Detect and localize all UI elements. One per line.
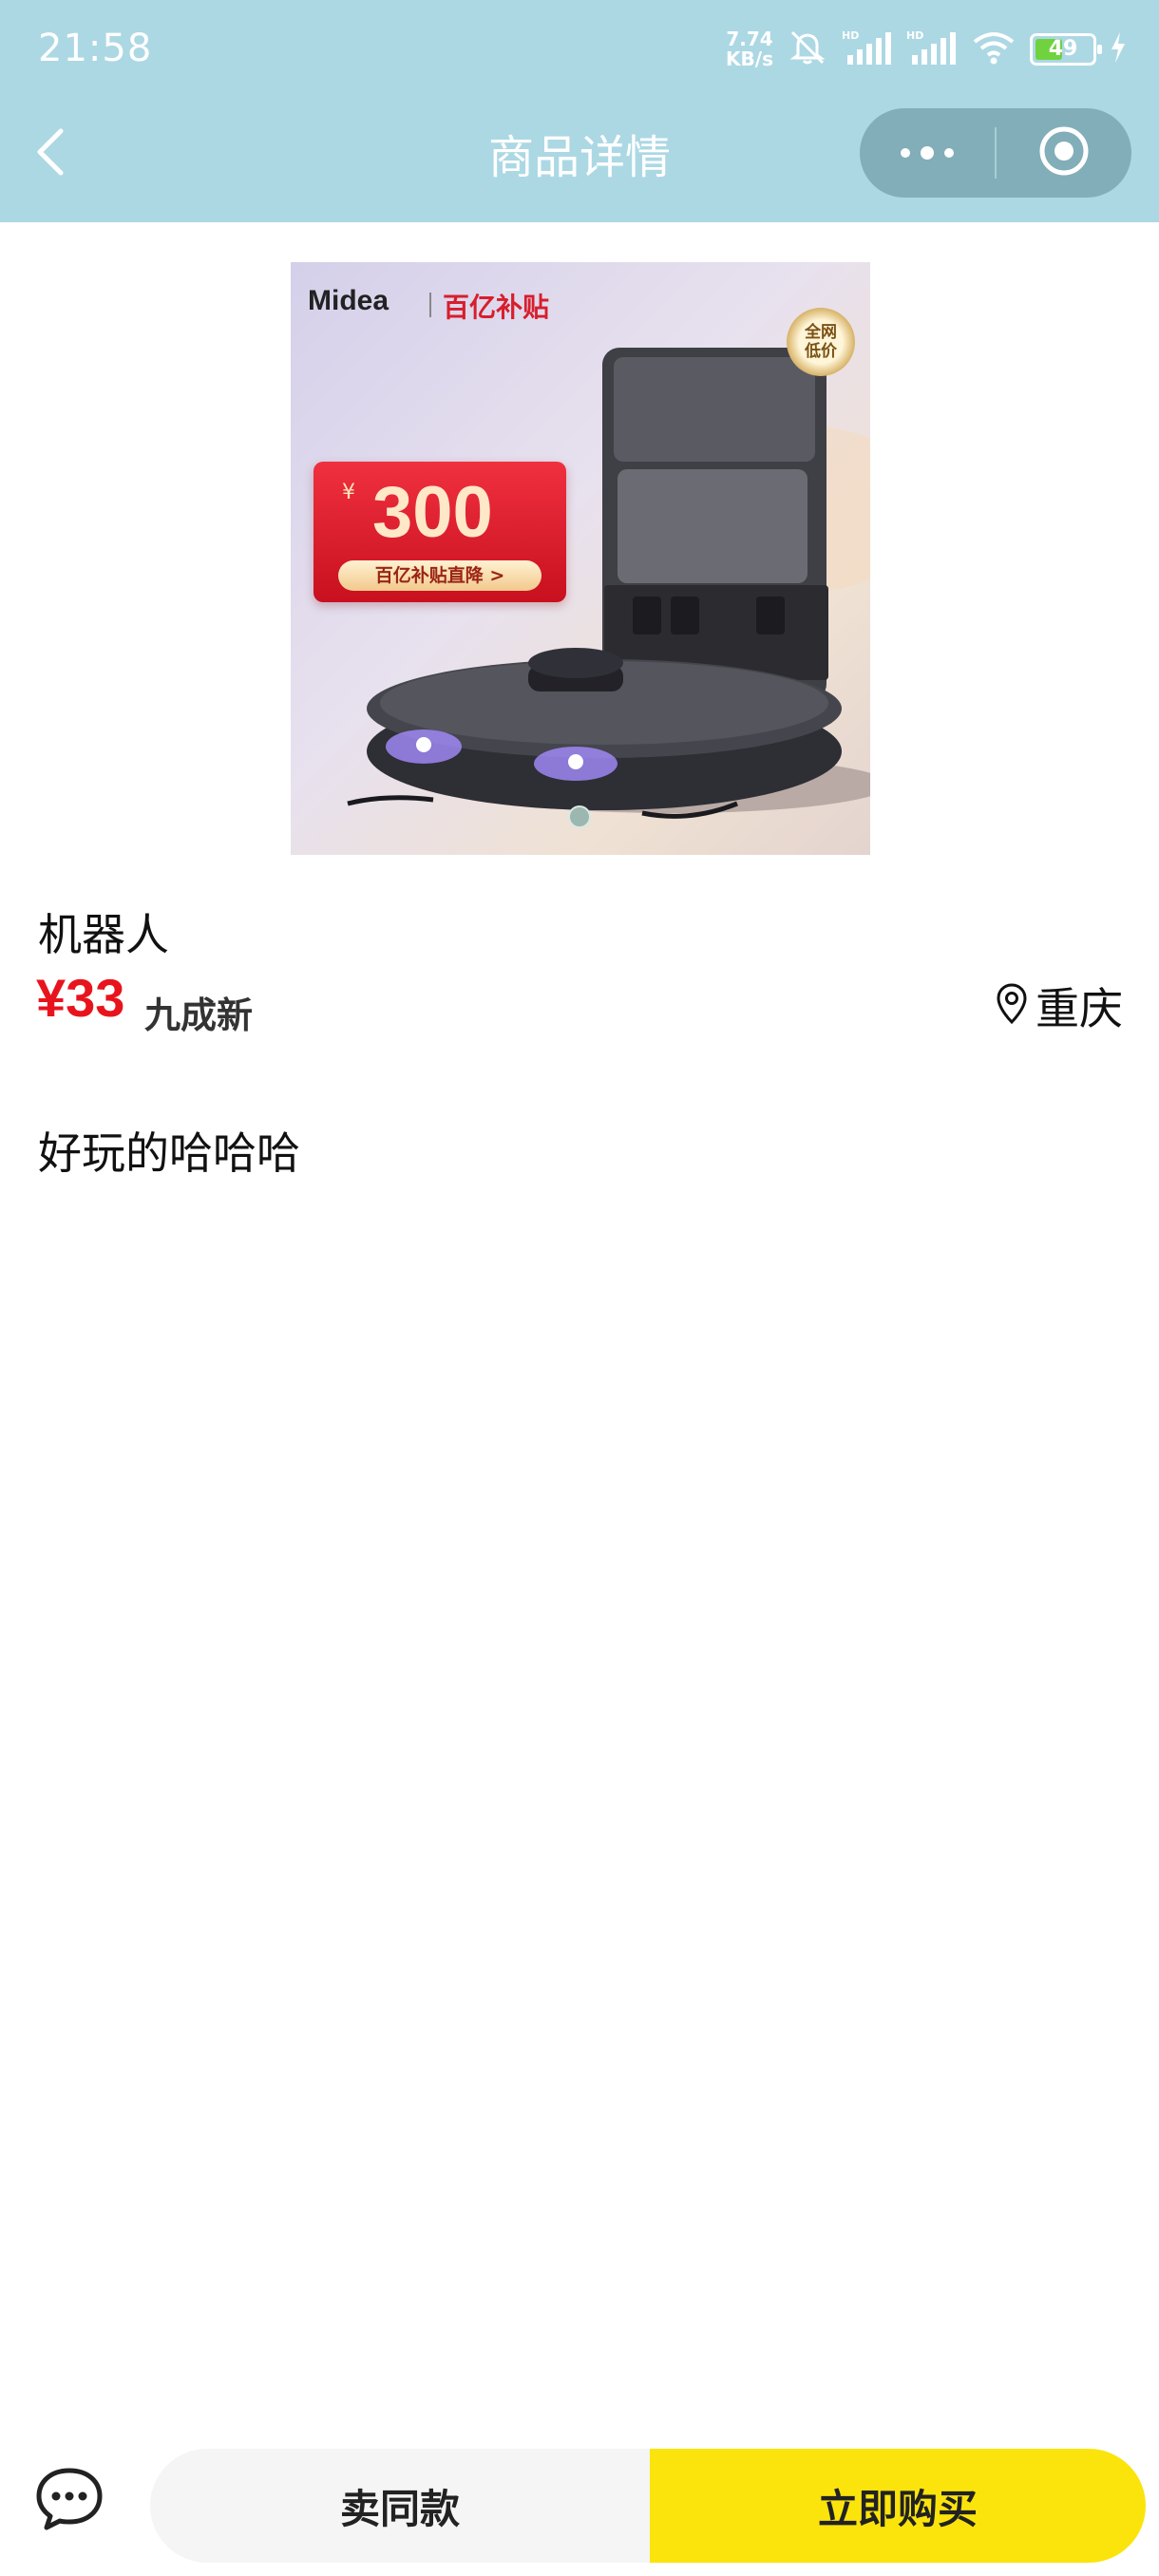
more-dots-icon (901, 148, 910, 158)
signal-hd-icon: HD (906, 28, 958, 70)
product-price: ¥33 (36, 968, 125, 1028)
action-buttons: 卖同款 立即购买 (150, 2449, 1146, 2563)
location-text: 重庆 (1036, 983, 1123, 1034)
close-button[interactable] (997, 108, 1131, 198)
product-image[interactable]: Midea 百亿补贴 全网低价 ¥ 300 百亿补贴直降 > (291, 262, 870, 855)
buy-now-button[interactable]: 立即购买 (650, 2449, 1146, 2563)
lowest-price-badge-text: 全网低价 (805, 323, 837, 361)
signal-hd-icon: HD (842, 28, 893, 70)
chat-bubble-icon (33, 2465, 105, 2537)
target-circle-icon (1037, 124, 1091, 181)
promo-card: ¥ 300 百亿补贴直降 > (314, 462, 566, 602)
lowest-price-badge: 全网低价 (787, 308, 855, 376)
charging-icon (1110, 32, 1127, 66)
promo-amount: 300 (372, 472, 493, 553)
net-speed-unit: KB/s (726, 47, 773, 70)
battery-icon: 49 (1030, 33, 1102, 66)
status-icons: 7.74 KB/s HD HD 49 (726, 23, 1127, 76)
svg-text:HD: HD (842, 29, 859, 42)
carousel-indicator (568, 805, 591, 828)
more-dots-icon (921, 146, 934, 160)
chat-button[interactable] (32, 2464, 106, 2538)
net-speed-value: 7.74 (726, 28, 773, 50)
product-description: 好玩的哈哈哈 (38, 1127, 300, 1179)
mini-program-capsule (860, 108, 1131, 198)
status-time: 21:58 (38, 27, 153, 70)
promo-label: 百亿补贴直降 > (338, 560, 542, 591)
more-dots-icon (944, 148, 954, 158)
more-button[interactable] (860, 108, 995, 198)
battery-level: 49 (1048, 37, 1078, 61)
mute-icon (787, 28, 828, 70)
location-pin-icon (996, 982, 1028, 1030)
product-location: 重庆 (996, 975, 1123, 1037)
product-detail-page: 21:58 7.74 KB/s HD HD 49 商品详情 Midea 百亿补贴… (0, 0, 1159, 2576)
product-condition: 九成新 (144, 994, 254, 1036)
net-speed: 7.74 KB/s (726, 29, 773, 69)
header: 21:58 7.74 KB/s HD HD 49 商品详情 (0, 0, 1159, 222)
product-title: 机器人 (38, 909, 169, 960)
sell-same-button[interactable]: 卖同款 (150, 2449, 650, 2563)
svg-text:HD: HD (906, 29, 923, 42)
wifi-icon (971, 28, 1016, 70)
battery-cap (1097, 45, 1102, 54)
promo-currency: ¥ (342, 481, 355, 504)
